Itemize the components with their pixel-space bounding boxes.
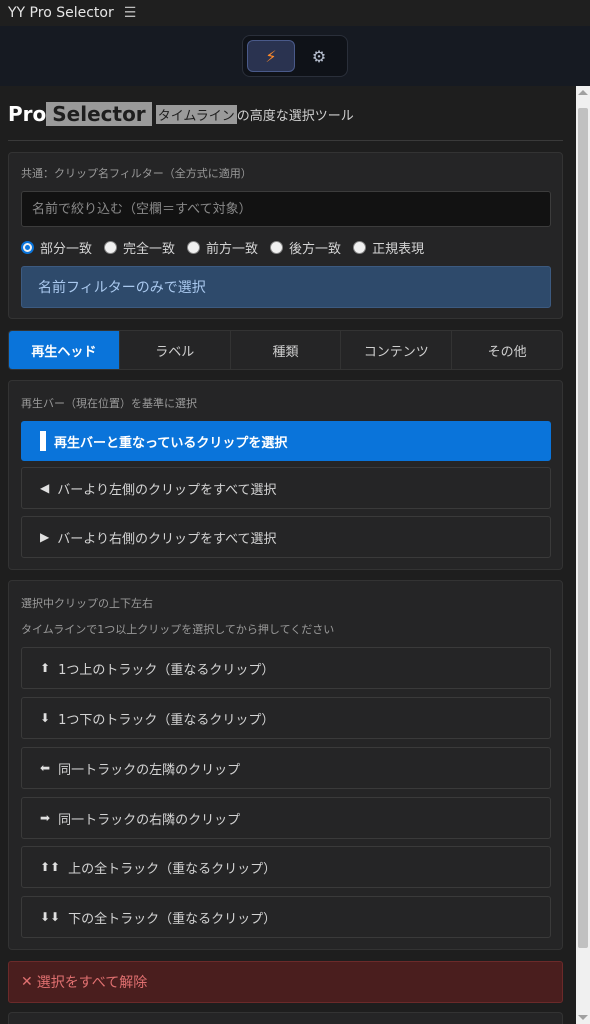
next-panel <box>8 1012 563 1024</box>
gear-icon[interactable]: ⚙ <box>295 40 343 72</box>
button-label: 同一トラックの左隣のクリップ <box>58 762 241 778</box>
close-icon: ✕ <box>21 974 33 990</box>
scrollbar-thumb[interactable] <box>578 108 588 948</box>
menu-icon[interactable]: ☰ <box>124 5 137 21</box>
name-filter-input[interactable] <box>21 191 551 227</box>
double-arrow-down-icon: ⬇⬇ <box>40 910 61 924</box>
radio-label: 完全一致 <box>123 242 176 257</box>
right-neighbor-button[interactable]: ➡ 同一トラックの右隣のクリップ <box>21 797 551 839</box>
brand-pro: Pro <box>8 102 47 126</box>
radio-label: 部分一致 <box>40 242 93 257</box>
button-label: バーより左側のクリップをすべて選択 <box>57 482 277 498</box>
triangle-right-icon: ▶ <box>40 530 50 544</box>
main-content: Pro Selector タイムライン の高度な選択ツール 共通：クリップ名フィルター… <box>0 86 576 1024</box>
button-label: 1つ下のトラック（重なるクリップ） <box>58 712 275 728</box>
radio-dot[interactable] <box>104 241 118 254</box>
tab-other[interactable]: その他 <box>452 331 562 369</box>
tagline: の高度な選択ツール <box>236 108 354 124</box>
tagline-highlight: タイムライン <box>155 104 237 124</box>
playhead-label: 再生バー（現在位置）を基準に選択 <box>21 397 197 410</box>
bolt-icon[interactable]: ⚡ <box>247 40 295 72</box>
select-left-of-bar-button[interactable]: ◀ バーより左側のクリップをすべて選択 <box>21 467 551 509</box>
radio-dot[interactable] <box>270 241 284 254</box>
toolbar: ⚡ ⚙ <box>0 26 590 86</box>
radio-regex[interactable]: 正規表現 <box>353 238 424 257</box>
radio-exact-match[interactable]: 完全一致 <box>104 238 175 257</box>
tab-type[interactable]: 種類 <box>231 331 342 369</box>
move-selection-panel: 選択中クリップの上下左右 タイムラインで1つ以上クリップを選択してから押してくだ… <box>8 580 563 950</box>
filter-label: 共通：クリップ名フィルター（全方式に適用） <box>21 167 252 180</box>
button-label: 上の全トラック（重なるクリップ） <box>68 861 277 877</box>
arrow-up-icon: ⬆ <box>40 661 51 675</box>
select-overlapping-playhead-button[interactable]: 再生バーと重なっているクリップを選択 <box>21 421 551 461</box>
button-label: バーより右側のクリップをすべて選択 <box>57 531 277 547</box>
track-down-button[interactable]: ⬇ 1つ下のトラック（重なるクリップ） <box>21 697 551 739</box>
radio-partial-match[interactable]: 部分一致 <box>21 238 92 257</box>
radio-dot[interactable] <box>353 241 367 254</box>
app-title: YY Pro Selector <box>8 5 114 21</box>
triangle-left-icon: ◀ <box>40 481 50 495</box>
button-label: 再生バーと重なっているクリップを選択 <box>54 435 288 451</box>
clear-selection-button[interactable]: ✕ 選択をすべて解除 <box>8 961 563 1003</box>
tab-playhead[interactable]: 再生ヘッド <box>9 331 120 369</box>
arrow-left-icon: ⬅ <box>40 761 51 775</box>
filter-only-select-button[interactable]: 名前フィルターのみで選択 <box>21 266 551 308</box>
brand-selector: Selector <box>46 102 152 126</box>
vertical-scrollbar[interactable] <box>576 86 590 1024</box>
name-filter-panel: 共通：クリップ名フィルター（全方式に適用） 部分一致 完全一致 前方一致 後方一… <box>8 152 563 319</box>
match-mode-group: 部分一致 完全一致 前方一致 後方一致 正規表現 <box>21 238 436 257</box>
radio-suffix-match[interactable]: 後方一致 <box>270 238 341 257</box>
select-right-of-bar-button[interactable]: ▶ バーより右側のクリップをすべて選択 <box>21 516 551 558</box>
radio-dot[interactable] <box>187 241 201 254</box>
radio-prefix-match[interactable]: 前方一致 <box>187 238 258 257</box>
header-divider <box>8 140 563 141</box>
double-arrow-up-icon: ⬆⬆ <box>40 860 61 874</box>
button-label: 1つ上のトラック（重なるクリップ） <box>58 662 275 678</box>
radio-dot[interactable] <box>21 241 34 254</box>
radio-label: 正規表現 <box>372 242 425 257</box>
move-label: 選択中クリップの上下左右 <box>21 597 153 610</box>
arrow-right-icon: ➡ <box>40 811 51 825</box>
radio-label: 前方一致 <box>206 242 259 257</box>
title-bar: YY Pro Selector ☰ <box>0 0 590 26</box>
playhead-panel: 再生バー（現在位置）を基準に選択 再生バーと重なっているクリップを選択 ◀ バー… <box>8 380 563 570</box>
page-header: Pro Selector タイムライン の高度な選択ツール <box>8 100 354 128</box>
radio-label: 後方一致 <box>289 242 342 257</box>
button-label: 選択をすべて解除 <box>36 975 148 991</box>
track-up-button[interactable]: ⬆ 1つ上のトラック（重なるクリップ） <box>21 647 551 689</box>
button-label: 同一トラックの右隣のクリップ <box>58 812 241 828</box>
scroll-down-icon[interactable] <box>578 1015 588 1020</box>
left-neighbor-button[interactable]: ⬅ 同一トラックの左隣のクリップ <box>21 747 551 789</box>
tab-bar: 再生ヘッド ラベル 種類 コンテンツ その他 <box>8 330 563 370</box>
tab-label[interactable]: ラベル <box>120 331 231 369</box>
arrow-down-icon: ⬇ <box>40 711 51 725</box>
playhead-bar-icon <box>40 431 46 451</box>
mode-switch: ⚡ ⚙ <box>242 35 348 77</box>
all-tracks-down-button[interactable]: ⬇⬇ 下の全トラック（重なるクリップ） <box>21 896 551 938</box>
button-label: 下の全トラック（重なるクリップ） <box>68 911 277 927</box>
scroll-up-icon[interactable] <box>578 90 588 95</box>
tab-content[interactable]: コンテンツ <box>341 331 453 369</box>
move-hint: タイムラインで1つ以上クリップを選択してから押してください <box>21 623 335 636</box>
all-tracks-up-button[interactable]: ⬆⬆ 上の全トラック（重なるクリップ） <box>21 846 551 888</box>
